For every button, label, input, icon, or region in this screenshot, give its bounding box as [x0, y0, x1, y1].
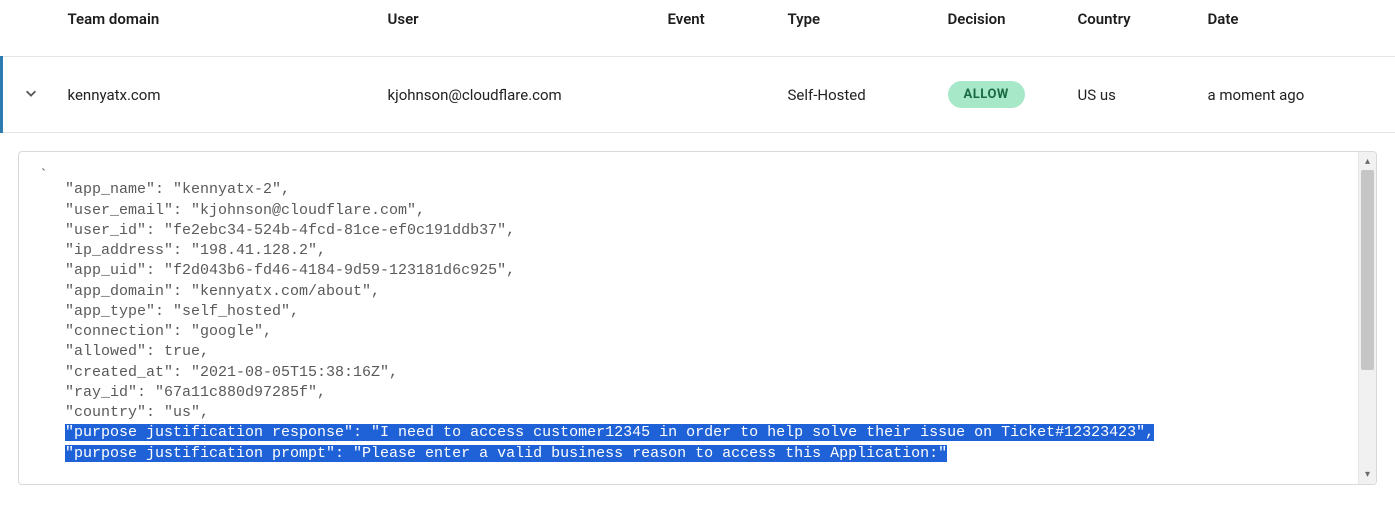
col-country: Country	[1070, 0, 1200, 57]
json-line: "country": "us",	[65, 403, 1356, 423]
json-line: "user_id": "fe2ebc34-524b-4fcd-81ce-ef0c…	[65, 221, 1356, 241]
cell-user: kjohnson@cloudflare.com	[380, 57, 660, 133]
json-line: "allowed": true,	[65, 342, 1356, 362]
cell-date: a moment ago	[1200, 57, 1395, 133]
scroll-down-button[interactable]: ▾	[1359, 466, 1376, 484]
json-highlighted-text: "purpose justification response": "I nee…	[65, 424, 1154, 441]
chevron-down-icon[interactable]	[24, 86, 38, 100]
cell-team-domain: kennyatx.com	[60, 57, 380, 133]
json-line: "created_at": "2021-08-05T15:38:16Z",	[65, 363, 1356, 383]
json-line: "user_email": "kjohnson@cloudflare.com",	[65, 201, 1356, 221]
json-line: "connection": "google",	[65, 322, 1356, 342]
json-line: "purpose justification response": "I nee…	[65, 423, 1356, 443]
json-line: "ray_id": "67a11c880d97285f",	[65, 383, 1356, 403]
vertical-scrollbar[interactable]: ▴ ▾	[1358, 152, 1376, 484]
cell-country: US us	[1070, 57, 1200, 133]
json-line: "app_uid": "f2d043b6-fd46-4184-9d59-1231…	[65, 261, 1356, 281]
json-content[interactable]: `"app_name": "kennyatx-2","user_email": …	[19, 152, 1376, 484]
col-user: User	[380, 0, 660, 57]
scroll-up-button[interactable]: ▴	[1359, 152, 1376, 170]
scroll-thumb[interactable]	[1361, 170, 1374, 370]
col-type: Type	[780, 0, 940, 57]
cell-type: Self-Hosted	[780, 57, 940, 133]
json-detail-panel: `"app_name": "kennyatx-2","user_email": …	[18, 151, 1377, 485]
json-line: "app_domain": "kennyatx.com/about",	[65, 282, 1356, 302]
decision-badge: ALLOW	[948, 81, 1025, 108]
table-header-row: Team domain User Event Type Decision Cou…	[2, 0, 1395, 57]
col-decision: Decision	[940, 0, 1070, 57]
table-row[interactable]: kennyatx.com kjohnson@cloudflare.com Sel…	[2, 57, 1395, 133]
col-date: Date	[1200, 0, 1395, 57]
cell-event	[660, 57, 780, 133]
json-line: "purpose justification prompt": "Please …	[65, 444, 1356, 464]
json-line: "app_name": "kennyatx-2",	[65, 180, 1356, 200]
col-team-domain: Team domain	[60, 0, 380, 57]
json-line: "ip_address": "198.41.128.2",	[65, 241, 1356, 261]
json-line: "app_type": "self_hosted",	[65, 302, 1356, 322]
json-highlighted-text: "purpose justification prompt": "Please …	[65, 445, 947, 462]
access-log-table: Team domain User Event Type Decision Cou…	[0, 0, 1395, 133]
col-event: Event	[660, 0, 780, 57]
